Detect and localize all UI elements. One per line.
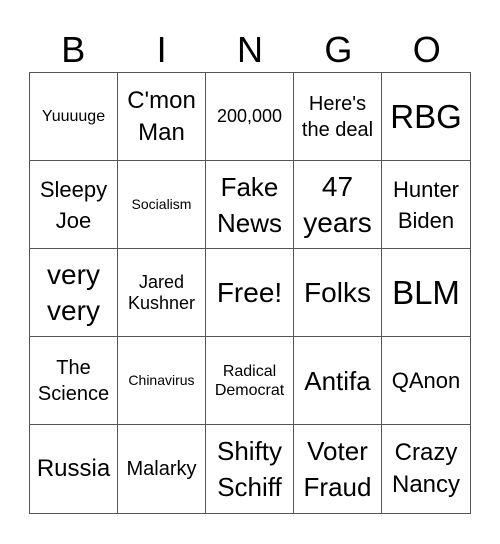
bingo-cell-text: Hunter Biden <box>392 176 460 233</box>
bingo-cell[interactable]: Hunter Biden <box>382 161 470 249</box>
bingo-cell[interactable]: Radical Democrat <box>206 337 294 425</box>
header-letter-g: G <box>324 29 353 70</box>
bingo-cell[interactable]: Here's the deal <box>294 73 382 161</box>
bingo-cell[interactable]: Crazy Nancy <box>382 425 470 513</box>
bingo-cell-text: Jared Kushner <box>127 271 196 313</box>
bingo-cell[interactable]: Free! <box>206 249 294 337</box>
bingo-cell-text: Sleepy Joe <box>39 176 108 233</box>
bingo-cell[interactable]: Antifa <box>294 337 382 425</box>
bingo-cell[interactable]: 47 years <box>294 161 382 249</box>
bingo-header: B I N G O <box>29 30 471 70</box>
bingo-grid: Yuuuuge C'mon Man 200,000 Here's the deal RB… <box>29 72 471 514</box>
header-letter-i: I <box>156 29 167 70</box>
bingo-cell-text: RBG <box>390 97 462 135</box>
bingo-cell[interactable]: Chinavirus <box>118 337 206 425</box>
bingo-cell-text: Malarky <box>126 458 197 480</box>
header-letter-n: N <box>236 29 263 70</box>
bingo-cell[interactable]: 200,000 <box>206 73 294 161</box>
bingo-cell[interactable]: Sleepy Joe <box>30 161 118 249</box>
bingo-cell[interactable]: The Science <box>30 337 118 425</box>
bingo-cell[interactable]: Folks <box>294 249 382 337</box>
bingo-cell-text: Antifa <box>304 365 371 396</box>
bingo-cell[interactable]: Socialism <box>118 161 206 249</box>
bingo-cell[interactable]: Russia <box>30 425 118 513</box>
bingo-cell-text: Russia <box>36 455 111 482</box>
bingo-cell[interactable]: Shifty Schiff <box>206 425 294 513</box>
bingo-cell[interactable]: Yuuuuge <box>30 73 118 161</box>
bingo-cell-text: C'mon Man <box>127 86 196 146</box>
bingo-cell[interactable]: very very <box>30 249 118 337</box>
bingo-cell[interactable]: Malarky <box>118 425 206 513</box>
bingo-cell-text: Voter Fraud <box>303 436 372 502</box>
bingo-cell-text: Folks <box>304 276 371 308</box>
bingo-cell[interactable]: Fake News <box>206 161 294 249</box>
bingo-cell[interactable]: Jared Kushner <box>118 249 206 337</box>
bingo-cell[interactable]: C'mon Man <box>118 73 206 161</box>
bingo-cell[interactable]: QAnon <box>382 337 470 425</box>
bingo-cell-text: Here's the deal <box>301 92 374 141</box>
bingo-cell-text: 47 years <box>303 170 372 238</box>
bingo-cell-text: Shifty Schiff <box>216 436 283 502</box>
bingo-cell-text: Free! <box>216 276 283 308</box>
bingo-cell-text: BLM <box>392 273 460 311</box>
header-letter-o: O <box>412 29 441 70</box>
bingo-cell-text: 200,000 <box>216 106 283 126</box>
bingo-cell-text: Chinavirus <box>128 372 195 388</box>
bingo-cell-text: QAnon <box>391 368 461 393</box>
header-letter-b: B <box>61 29 86 70</box>
bingo-cell-text: Yuuuuge <box>41 108 106 125</box>
bingo-cell-text: Radical Democrat <box>214 362 285 399</box>
bingo-cell-text: very very <box>47 258 100 326</box>
bingo-cell-text: Socialism <box>131 196 192 212</box>
bingo-cell[interactable]: BLM <box>382 249 470 337</box>
bingo-cell[interactable]: RBG <box>382 73 470 161</box>
bingo-cell[interactable]: Voter Fraud <box>294 425 382 513</box>
bingo-cell-text: Crazy Nancy <box>391 439 461 498</box>
bingo-cell-text: Fake News <box>216 171 282 238</box>
bingo-cell-text: The Science <box>37 356 110 405</box>
